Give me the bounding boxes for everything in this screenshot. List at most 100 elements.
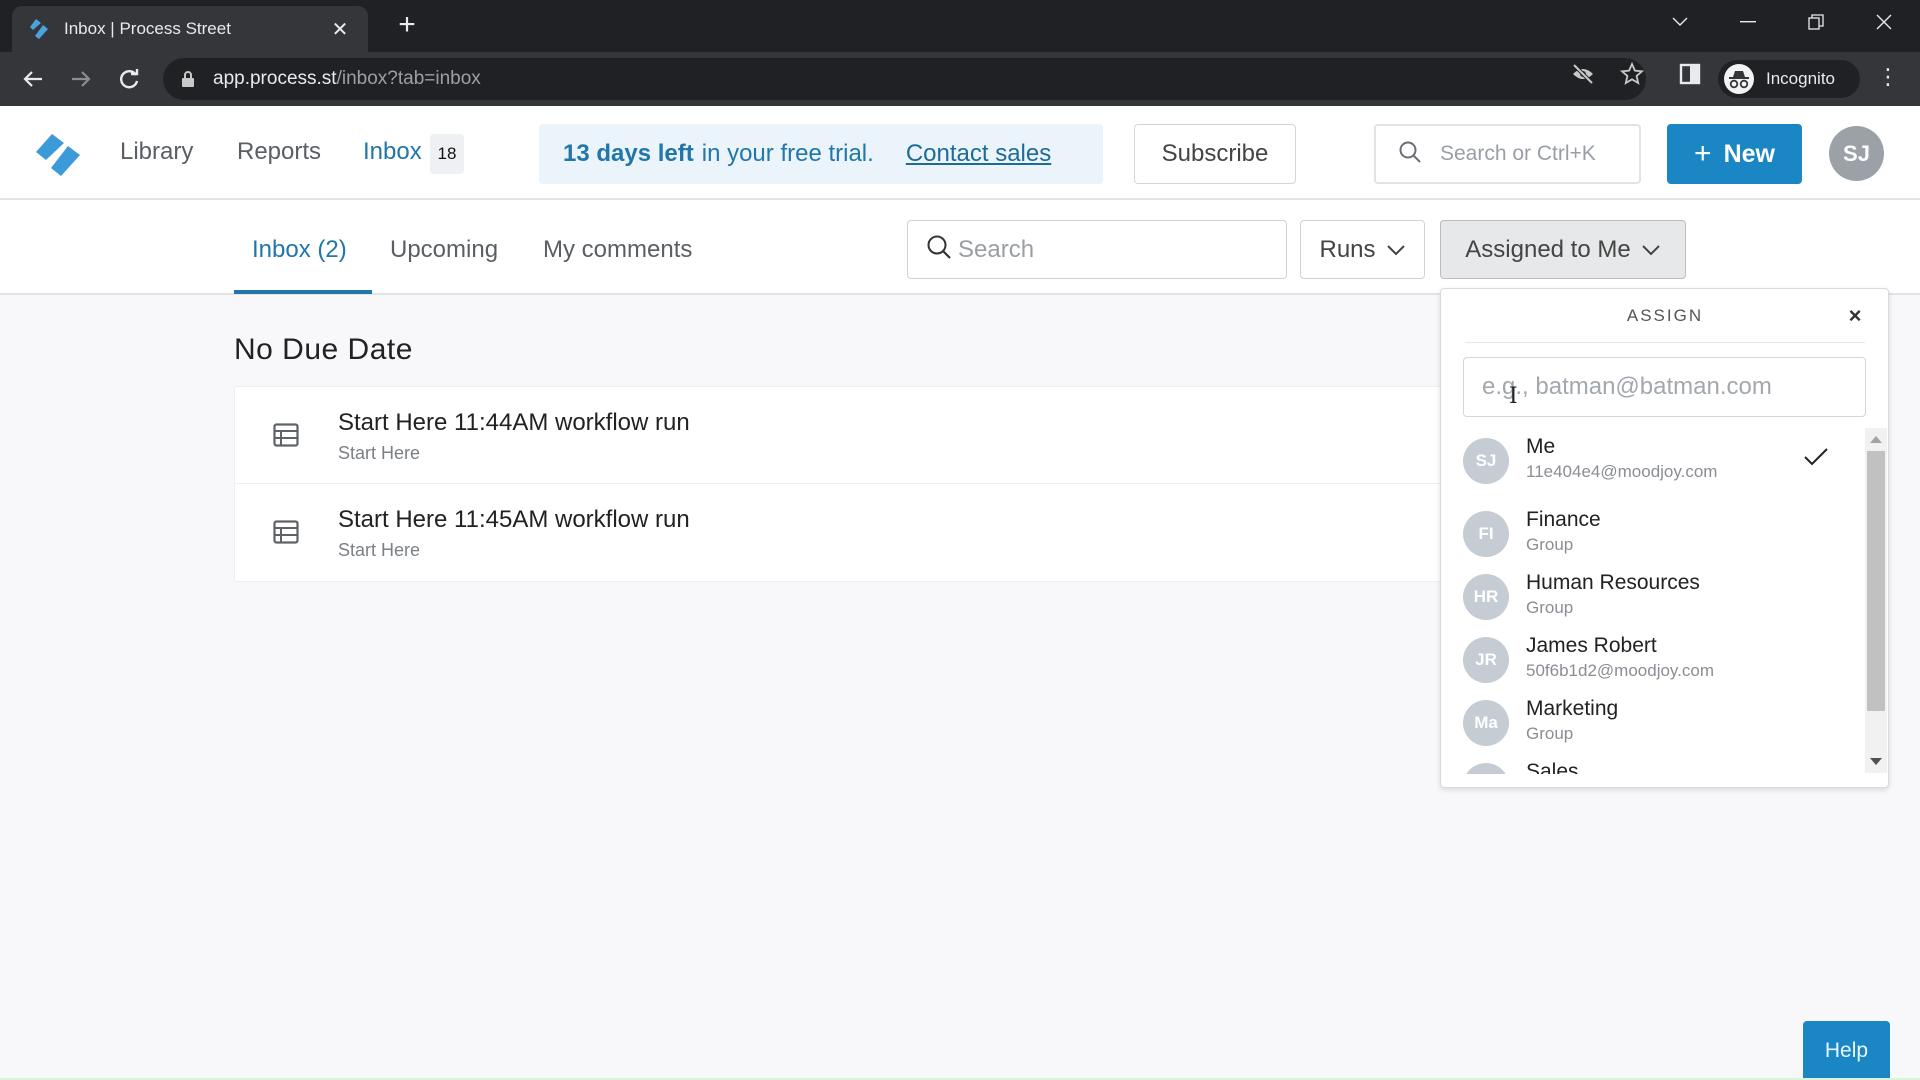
- active-tab-indicator: [234, 290, 372, 294]
- scroll-up-arrow-icon[interactable]: [1870, 436, 1882, 443]
- subscribe-button[interactable]: Subscribe: [1134, 124, 1296, 184]
- assignee-detail: Group: [1526, 598, 1574, 617]
- assignee-option[interactable]: SJ Me 11e404e4@moodjoy.com: [1441, 429, 1861, 502]
- side-panel-icon[interactable]: [1678, 62, 1702, 86]
- assigned-filter-label: Assigned to Me: [1465, 235, 1631, 263]
- tab-my-comments[interactable]: My comments: [543, 236, 692, 264]
- browser-tab-title: Inbox | Process Street: [64, 19, 231, 38]
- assignee-option[interactable]: HR Human Resources Group: [1441, 565, 1861, 628]
- chevron-down-icon: [1641, 244, 1661, 256]
- assignee-option[interactable]: JR James Robert 50f6b1d2@moodjoy.com: [1441, 628, 1861, 691]
- reload-icon[interactable]: [110, 60, 148, 98]
- runs-filter-dropdown[interactable]: Runs: [1300, 220, 1425, 279]
- list-item[interactable]: Start Here 11:44AM workflow run Start He…: [235, 387, 1533, 484]
- checkmark-icon: [1803, 445, 1829, 469]
- avatar: JR: [1463, 637, 1509, 683]
- assignee-name: James Robert: [1526, 634, 1657, 657]
- close-icon[interactable]: ×: [1845, 305, 1865, 327]
- assignee-detail: Group: [1526, 535, 1574, 554]
- new-tab-icon[interactable]: +: [392, 10, 422, 40]
- nav-reports[interactable]: Reports: [237, 138, 321, 166]
- table-icon: [273, 423, 299, 447]
- url-path: /inbox?tab=inbox: [336, 68, 481, 89]
- table-icon: [273, 520, 299, 544]
- inbox-subnav: Inbox (2) Upcoming My comments Search Ru…: [0, 200, 1920, 295]
- url-host: app.process.st: [213, 68, 337, 89]
- inbox-search-placeholder: Search: [958, 235, 1035, 263]
- browser-toolbar: app.process.st/inbox?tab=inbox Incognito…: [0, 52, 1920, 106]
- runs-filter-label: Runs: [1319, 235, 1376, 263]
- trial-text: in your free trial.: [701, 140, 874, 167]
- avatar: SJ: [1463, 438, 1509, 484]
- avatar: [1463, 763, 1509, 774]
- assignee-option[interactable]: Sales: [1441, 754, 1861, 774]
- scroll-down-arrow-icon[interactable]: [1870, 758, 1882, 765]
- assignee-name: Finance: [1526, 508, 1601, 531]
- user-avatar[interactable]: SJ: [1829, 126, 1884, 181]
- avatar: Ma: [1463, 700, 1509, 746]
- trial-days-left: 13 days left: [563, 140, 694, 167]
- incognito-label: Incognito: [1766, 69, 1835, 88]
- global-search-placeholder: Search or Ctrl+K: [1440, 142, 1596, 165]
- assignee-list-scrollbar[interactable]: [1865, 428, 1887, 773]
- assigned-filter-dropdown[interactable]: Assigned to Me: [1440, 220, 1686, 279]
- scrollbar-thumb[interactable]: [1867, 451, 1885, 711]
- nav-library[interactable]: Library: [120, 138, 193, 166]
- bookmark-star-icon[interactable]: [1620, 62, 1644, 86]
- assignee-list: SJ Me 11e404e4@moodjoy.com FI Finance Gr…: [1441, 429, 1861, 774]
- process-street-logo[interactable]: [34, 132, 84, 178]
- global-search-input[interactable]: Search or Ctrl+K: [1374, 124, 1641, 184]
- assign-email-input[interactable]: e.g., batman@batman.com: [1463, 357, 1866, 417]
- trial-banner: 13 days left in your free trial. Contact…: [539, 124, 1103, 184]
- browser-menu-icon[interactable]: ⋮: [1876, 64, 1900, 90]
- minimize-icon[interactable]: [1720, 0, 1776, 44]
- new-button-label: New: [1723, 139, 1775, 168]
- tab-inbox[interactable]: Inbox (2): [252, 236, 347, 264]
- assign-dropdown-title: ASSIGN: [1465, 289, 1865, 343]
- assign-dropdown: ASSIGN × e.g., batman@batman.com SJ Me 1…: [1440, 288, 1889, 788]
- assignee-detail: 11e404e4@moodjoy.com: [1526, 462, 1718, 481]
- assignee-detail: 50f6b1d2@moodjoy.com: [1526, 661, 1714, 680]
- search-icon: [1398, 140, 1422, 169]
- lock-icon: [181, 71, 195, 87]
- list-item[interactable]: Start Here 11:45AM workflow run Start He…: [235, 484, 1533, 581]
- close-tab-icon[interactable]: ✕: [328, 17, 352, 42]
- assignee-option[interactable]: Ma Marketing Group: [1441, 691, 1861, 754]
- incognito-profile-button[interactable]: Incognito: [1718, 60, 1860, 98]
- inbox-list: Start Here 11:44AM workflow run Start He…: [234, 386, 1534, 582]
- assignee-name: Me: [1526, 435, 1556, 458]
- inbox-count-badge: 18: [430, 134, 464, 174]
- new-button[interactable]: + New: [1667, 124, 1802, 184]
- text-cursor-icon: I: [1509, 384, 1518, 409]
- eye-slash-icon[interactable]: [1571, 62, 1595, 86]
- back-icon[interactable]: [14, 60, 52, 98]
- assignee-detail: Group: [1526, 724, 1574, 743]
- contact-sales-link[interactable]: Contact sales: [906, 140, 1051, 168]
- assignee-option[interactable]: FI Finance Group: [1441, 502, 1861, 565]
- tab-search-icon[interactable]: [1652, 0, 1708, 44]
- item-title: Start Here 11:44AM workflow run: [338, 409, 690, 436]
- tab-upcoming[interactable]: Upcoming: [390, 236, 498, 264]
- item-subtitle: Start Here: [338, 443, 421, 463]
- assignee-name: Sales: [1526, 760, 1579, 774]
- item-title: Start Here 11:45AM workflow run: [338, 506, 690, 533]
- nav-inbox[interactable]: Inbox: [363, 138, 422, 166]
- restore-icon[interactable]: [1788, 0, 1844, 44]
- avatar: HR: [1463, 574, 1509, 620]
- inbox-search-input[interactable]: Search: [907, 220, 1287, 279]
- incognito-icon: [1724, 64, 1754, 94]
- app-header: Library Reports Inbox 18 13 days left in…: [0, 106, 1920, 200]
- chevron-down-icon: [1386, 244, 1406, 256]
- plus-icon: +: [1694, 137, 1712, 170]
- browser-tabstrip: Inbox | Process Street ✕ +: [0, 0, 1920, 52]
- section-title: No Due Date: [234, 333, 413, 366]
- address-bar[interactable]: app.process.st/inbox?tab=inbox: [163, 58, 1646, 100]
- help-button[interactable]: Help: [1803, 1021, 1890, 1080]
- assignee-name: Marketing: [1526, 697, 1619, 720]
- browser-tab[interactable]: Inbox | Process Street ✕: [12, 6, 368, 52]
- close-window-icon[interactable]: [1856, 0, 1912, 44]
- assignee-name: Human Resources: [1526, 571, 1700, 594]
- process-street-favicon: [28, 17, 52, 41]
- forward-icon[interactable]: [62, 60, 100, 98]
- item-subtitle: Start Here: [338, 540, 421, 560]
